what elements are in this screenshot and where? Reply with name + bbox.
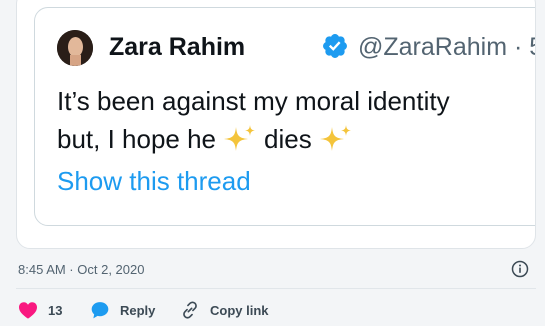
sparkles-icon bbox=[224, 125, 256, 151]
copy-link-label: Copy link bbox=[210, 302, 269, 318]
sparkles-icon bbox=[319, 125, 351, 151]
tweet-card: Zara Rahim @ZaraRahim · 5 It’s been agai… bbox=[16, 0, 536, 249]
tweet-timestamp[interactable]: 8:45 AM · Oct 2, 2020 bbox=[18, 260, 144, 280]
like-button[interactable]: 13 bbox=[18, 298, 62, 322]
reply-label: Reply bbox=[120, 302, 156, 318]
show-thread-link[interactable]: Show this thread bbox=[57, 164, 251, 198]
reply-button[interactable]: Reply bbox=[90, 298, 155, 322]
reply-bubble-icon bbox=[91, 302, 109, 319]
heart-icon bbox=[19, 302, 37, 319]
tweet-text-part-a: but, I hope he bbox=[57, 124, 217, 154]
verified-badge-icon bbox=[323, 34, 347, 58]
tweet-text: It’s been against my moral identity but,… bbox=[57, 82, 450, 158]
info-icon[interactable] bbox=[511, 260, 529, 278]
like-count: 13 bbox=[48, 302, 63, 318]
author-name[interactable]: Zara Rahim bbox=[109, 32, 245, 62]
quoted-tweet[interactable]: Zara Rahim @ZaraRahim · 5 It’s been agai… bbox=[34, 7, 535, 226]
tweet-text-line-1: It’s been against my moral identity bbox=[57, 86, 450, 116]
tweet-text-line-2: but, I hope he dies bbox=[57, 120, 450, 158]
link-icon bbox=[183, 301, 197, 319]
avatar[interactable] bbox=[57, 30, 93, 66]
copy-link-button[interactable]: Copy link bbox=[180, 298, 269, 322]
divider bbox=[16, 288, 536, 289]
author-handle[interactable]: @ZaraRahim · 5 bbox=[358, 32, 535, 62]
tweet-text-part-b: dies bbox=[264, 124, 312, 154]
